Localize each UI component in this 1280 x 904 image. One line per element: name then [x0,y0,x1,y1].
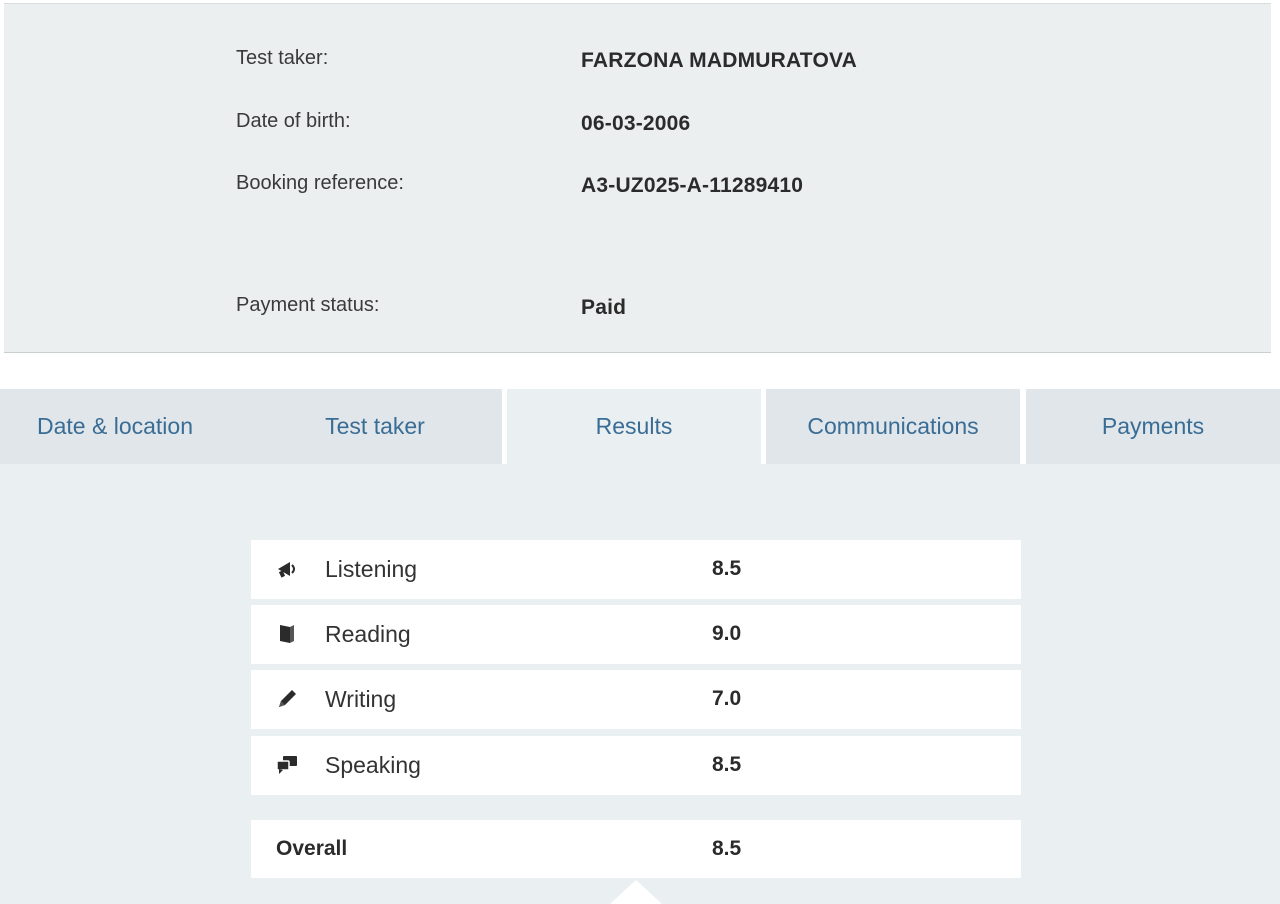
skill-score: 7.0 [712,687,742,710]
payment-value: Paid [581,296,627,319]
tab-communications[interactable]: Communications [766,389,1022,464]
expand-pointer [610,880,662,904]
payment-label: Payment status: [236,294,380,316]
book-icon [275,622,299,646]
tab-bar: Date & location Test taker Results Commu… [0,389,1280,464]
tab-label: Results [595,413,673,439]
score-row-listening: Listening 8.5 [251,540,1021,599]
test-taker-label: Test taker: [236,47,329,69]
overall-label: Overall [276,837,348,860]
skill-score: 8.5 [712,753,742,776]
overall-score: 8.5 [712,837,742,860]
dob-row: Date of birth: 06-03-2006 [4,110,1271,140]
skill-label: Reading [325,621,411,647]
tab-label: Communications [807,413,979,439]
score-row-writing: Writing 7.0 [251,670,1021,729]
test-taker-value: FARZONA MADMURATOVA [581,49,858,72]
skill-score: 8.5 [712,557,742,580]
booking-value: A3-UZ025-A-11289410 [581,174,804,197]
payment-row: Payment status: Paid [4,294,1271,324]
dob-value: 06-03-2006 [581,112,691,135]
tab-date-location[interactable]: Date & location [0,389,256,464]
skill-label: Speaking [325,752,421,778]
booking-row: Booking reference: A3-UZ025-A-11289410 [4,172,1271,202]
megaphone-icon [275,557,299,581]
tab-test-taker[interactable]: Test taker [248,389,504,464]
dob-label: Date of birth: [236,110,351,132]
pencil-icon [275,687,299,711]
tab-results[interactable]: Results [507,389,763,464]
score-row-overall: Overall 8.5 [251,820,1021,878]
booking-label: Booking reference: [236,172,404,194]
score-row-reading: Reading 9.0 [251,605,1021,664]
skill-score: 9.0 [712,622,742,645]
tab-payments[interactable]: Payments [1026,389,1280,464]
skill-label: Listening [325,556,418,582]
test-taker-row: Test taker: FARZONA MADMURATOVA [4,47,1271,77]
tab-label: Payments [1101,413,1205,439]
tab-label: Date & location [37,413,193,439]
speech-bubbles-icon [275,753,299,777]
skill-label: Writing [325,686,397,712]
score-row-speaking: Speaking 8.5 [251,736,1021,795]
candidate-info-panel: Test taker: FARZONA MADMURATOVA Date of … [4,3,1271,353]
tab-label: Test taker [325,413,425,439]
